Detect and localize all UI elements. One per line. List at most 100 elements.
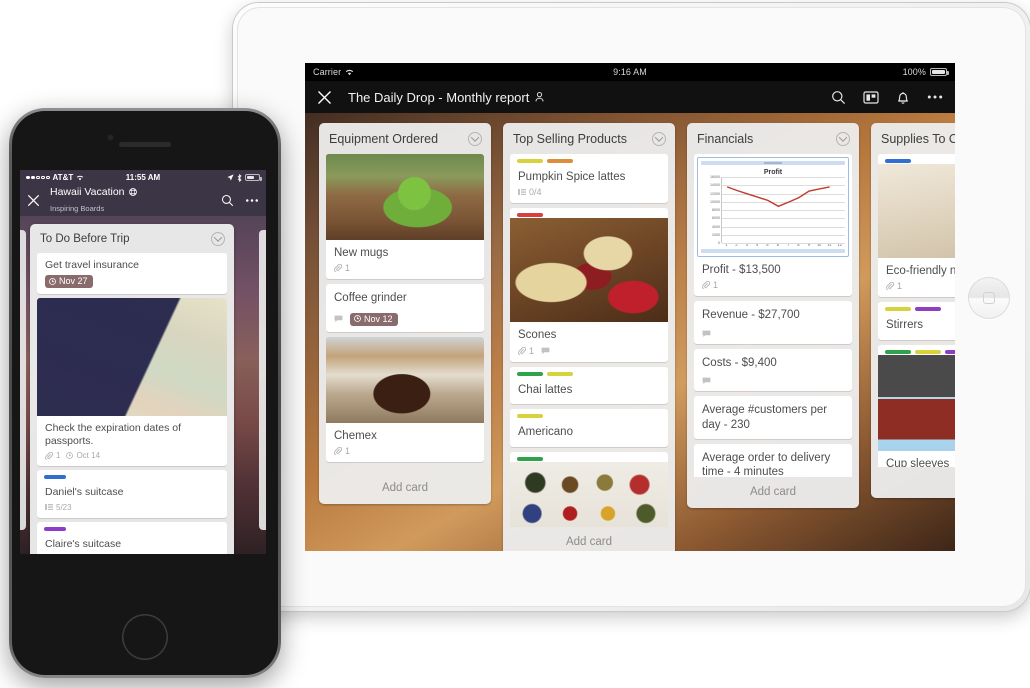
pager-dot[interactable] <box>171 547 174 550</box>
card-profit[interactable]: Profit 16000 14000 12000 10000 8000 6000 4000 2… <box>694 154 852 297</box>
close-icon[interactable] <box>27 194 40 207</box>
comment-icon <box>541 347 550 355</box>
battery-percent-label: 100% <box>902 67 926 77</box>
pager-dot[interactable] <box>137 546 141 550</box>
card-check-passports[interactable]: Check the expiration dates of passports.… <box>37 298 227 467</box>
due-date-label: Oct 14 <box>76 451 101 461</box>
label-orange <box>547 159 573 163</box>
attachment-badge: 1 <box>886 281 902 292</box>
label-green <box>517 456 543 461</box>
card-average-delivery-time[interactable]: Average order to delivery time - 4 minut… <box>694 443 852 477</box>
board-pager[interactable] <box>20 546 266 550</box>
screenshot-stage: Carrier 9:16 AM 100% The Daily Drop - Mo… <box>0 0 1030 688</box>
chart-title: Profit <box>763 169 783 176</box>
close-icon[interactable] <box>317 90 332 105</box>
list-title: To Do Before Trip <box>40 233 130 245</box>
notifications-icon[interactable] <box>896 90 910 105</box>
card-average-customers[interactable]: Average #customers per day - 230 <box>694 396 852 439</box>
card-labels <box>510 154 668 164</box>
chevron-down-icon[interactable] <box>211 232 225 246</box>
list-header: Top Selling Products <box>503 123 675 154</box>
due-date-badge[interactable]: Nov 27 <box>45 275 93 289</box>
card-scones[interactable]: Scones 1 <box>510 208 668 362</box>
due-date-badge[interactable]: Nov 12 <box>350 312 398 326</box>
search-icon[interactable] <box>831 90 846 105</box>
list-cards: Get travel insurance Nov 27 Check the ex… <box>30 253 234 554</box>
chevron-down-icon[interactable] <box>652 132 666 146</box>
battery-icon <box>930 68 949 76</box>
card-badges: 0/4 <box>510 187 668 203</box>
add-card-button[interactable]: Add <box>871 467 955 498</box>
card-chai-lattes[interactable]: Chai lattes <box>510 366 668 405</box>
card-stirrers[interactable]: Stirrers <box>878 302 955 340</box>
card-americano[interactable]: Americano <box>510 409 668 447</box>
overflow-icon[interactable] <box>245 198 259 203</box>
ipad-home-button[interactable] <box>968 277 1010 319</box>
card-revenue[interactable]: Revenue - $27,700 <box>694 301 852 344</box>
iphone-status-bar: AT&T 11:55 AM <box>20 170 266 185</box>
chevron-down-icon[interactable] <box>468 132 482 146</box>
checklist-count: 0/4 <box>529 187 542 198</box>
boards-icon[interactable] <box>863 90 879 105</box>
list-top-selling-products: Top Selling Products Pumpkin Spice latte… <box>503 123 675 551</box>
chart-gridline <box>722 243 845 244</box>
card-herbal-tea[interactable]: Herbal tea 1 <box>510 451 668 527</box>
card-coffee-grinder[interactable]: Coffee grinder Nov 12 <box>326 284 484 332</box>
card-get-travel-insurance[interactable]: Get travel insurance Nov 27 <box>37 253 227 295</box>
card-labels <box>37 522 227 532</box>
pager-dot[interactable] <box>112 546 116 550</box>
add-card-button[interactable]: Add card <box>319 473 491 504</box>
chart-y-tick: 14000 <box>710 183 720 188</box>
card-daniels-suitcase[interactable]: Daniel's suitcase 5/23 <box>37 470 227 518</box>
pager-dot[interactable] <box>154 546 158 550</box>
card-cup-sleeves[interactable]: Cup sleeves 1 <box>878 344 955 467</box>
paperclip-icon <box>702 281 711 291</box>
card-pumpkin-spice-lattes[interactable]: Pumpkin Spice lattes 0/4 <box>510 154 668 204</box>
card-eco-friendly-napkins[interactable]: Eco-friendly napkins 1 <box>878 154 955 298</box>
card-title: Coffee grinder <box>334 292 407 305</box>
iphone-camera-icon <box>107 134 114 141</box>
add-card-button[interactable]: Add card <box>687 477 859 508</box>
pager-dot[interactable] <box>163 546 167 550</box>
attachment-badge: 1 <box>518 346 534 356</box>
card-new-mugs[interactable]: New mugs 1 <box>326 154 484 280</box>
card-labels <box>37 470 227 480</box>
pager-dot[interactable] <box>146 546 150 550</box>
card-title: Chemex <box>334 429 377 442</box>
card-badges: 1 <box>326 263 484 279</box>
attachment-badge: 1 <box>334 263 350 274</box>
list-peek-right[interactable] <box>259 230 266 530</box>
card-labels <box>878 345 955 355</box>
comment-icon <box>702 330 711 338</box>
battery-icon <box>245 174 262 181</box>
pager-dot[interactable] <box>129 546 133 550</box>
list-cards: New mugs 1 Coffee grinder Nov 12 Chemex … <box>319 154 491 473</box>
card-title: Profit - $13,500 <box>702 264 781 276</box>
list-title: Financials <box>697 132 754 146</box>
paperclip-icon <box>334 264 343 274</box>
board-title-group: Hawaii Vacation <box>50 186 137 198</box>
chart-y-tick: 16000 <box>710 175 720 179</box>
checklist-count: 5/23 <box>56 502 72 512</box>
card-chemex[interactable]: Chemex 1 <box>326 336 484 463</box>
overflow-icon[interactable] <box>927 94 943 100</box>
list-peek-left[interactable] <box>20 230 26 530</box>
card-labels <box>878 154 955 164</box>
search-icon[interactable] <box>221 194 234 207</box>
card-cover-image <box>878 164 955 258</box>
card-costs[interactable]: Costs - $9,400 <box>694 348 852 392</box>
card-labels <box>510 452 668 462</box>
chevron-down-icon[interactable] <box>836 132 850 146</box>
card-title: Check the expiration dates of passports. <box>45 422 181 448</box>
add-card-button[interactable]: Add card <box>503 527 675 551</box>
iphone-home-button[interactable] <box>122 614 168 660</box>
clock-icon <box>49 277 56 285</box>
card-badges <box>694 377 852 391</box>
chart-line-profit <box>727 187 829 206</box>
card-cover-image <box>37 298 227 417</box>
pager-dot[interactable] <box>120 546 124 550</box>
clock-icon <box>66 452 74 460</box>
label-blue <box>885 159 911 163</box>
paperclip-icon <box>518 346 527 356</box>
label-blue <box>44 475 66 480</box>
